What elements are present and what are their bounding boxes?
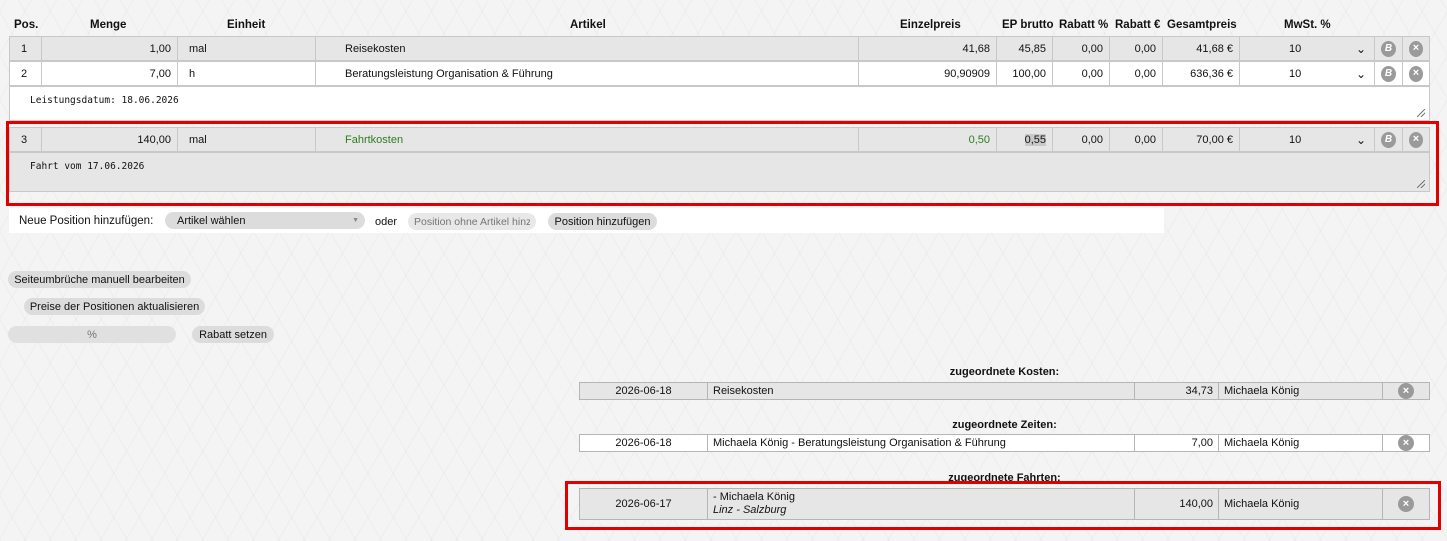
delete-row-button[interactable]: ×	[1403, 62, 1429, 85]
delete-row-button[interactable]: ×	[1403, 37, 1429, 60]
close-icon: ×	[1409, 65, 1423, 82]
vat-value: 10	[1289, 42, 1302, 55]
col-header-einheit: Einheit	[227, 19, 266, 31]
assigned-times-title: zugeordnete Zeiten:	[952, 419, 1057, 431]
col-header-ep-brutto: EP brutto	[1002, 19, 1054, 31]
cost-amount: 34,73	[1135, 383, 1219, 399]
time-description: Michaela König - Beratungsleistung Organ…	[708, 435, 1135, 451]
pos-cell: 1	[10, 37, 42, 60]
col-header-rabatt-eur: Rabatt €	[1115, 19, 1161, 31]
time-amount: 7,00	[1135, 435, 1219, 451]
vat-select[interactable]: 10 ⌄	[1240, 62, 1375, 85]
col-header-gesamtpreis: Gesamtpreis	[1167, 19, 1237, 31]
close-icon: ×	[1398, 383, 1414, 399]
time-person: Michaela König	[1219, 435, 1383, 451]
col-header-pos: Pos.	[14, 19, 39, 31]
article-input[interactable]: Beratungsleistung Organisation & Führung	[316, 62, 859, 85]
quantity-input[interactable]: 1,00	[42, 37, 178, 60]
free-position-input[interactable]	[408, 213, 536, 230]
highlight-frame	[565, 481, 1441, 530]
total-price: 41,68 €	[1163, 37, 1240, 60]
gross-price-input[interactable]: 100,00	[997, 62, 1053, 85]
pos-cell: 2	[10, 62, 42, 85]
gross-price-input[interactable]: 45,85	[997, 37, 1053, 60]
chevron-down-icon: ⌄	[1355, 66, 1366, 81]
resize-handle-icon[interactable]	[1417, 109, 1425, 117]
remove-time-button[interactable]: ×	[1383, 435, 1429, 451]
update-prices-button[interactable]: Preise der Positionen aktualisieren	[24, 298, 205, 315]
unit-price-input[interactable]: 41,68	[859, 37, 997, 60]
dropdown-arrow-icon: ▼	[352, 217, 359, 224]
col-header-artikel: Artikel	[570, 19, 606, 31]
position-row: 2 7,00 h Beratungsleistung Organisation …	[9, 61, 1430, 86]
edit-page-breaks-button[interactable]: Seiteumbrüche manuell bearbeiten	[8, 271, 191, 288]
bold-button[interactable]: B	[1375, 62, 1403, 85]
remove-cost-button[interactable]: ×	[1383, 383, 1429, 399]
col-header-rabatt-pct: Rabatt %	[1059, 19, 1109, 31]
discount-eur-input[interactable]: 0,00	[1110, 62, 1163, 85]
assigned-cost-row: 2026-06-18 Reisekosten 34,73 Michaela Kö…	[579, 382, 1430, 400]
article-select-value: Artikel wählen	[177, 214, 246, 227]
position-note-textarea[interactable]: Leistungsdatum: 18.06.2026	[9, 86, 1430, 121]
col-header-menge: Menge	[90, 19, 127, 31]
bold-icon: B	[1381, 40, 1396, 57]
vat-select[interactable]: 10 ⌄	[1240, 37, 1375, 60]
unit-input[interactable]: mal	[178, 37, 316, 60]
vat-value: 10	[1289, 67, 1302, 80]
cost-description: Reisekosten	[708, 383, 1135, 399]
position-row: 1 1,00 mal Reisekosten 41,68 45,85 0,00 …	[9, 36, 1430, 61]
assigned-time-row: 2026-06-18 Michaela König - Beratungslei…	[579, 434, 1430, 452]
cost-date: 2026-06-18	[580, 383, 708, 399]
discount-pct-input[interactable]: 0,00	[1053, 37, 1110, 60]
add-position-label: Neue Position hinzufügen:	[19, 215, 154, 227]
bold-button[interactable]: B	[1375, 37, 1403, 60]
col-header-mwst: MwSt. %	[1284, 19, 1331, 31]
article-input[interactable]: Reisekosten	[316, 37, 859, 60]
total-price: 636,36 €	[1163, 62, 1240, 85]
cost-person: Michaela König	[1219, 383, 1383, 399]
discount-eur-input[interactable]: 0,00	[1110, 37, 1163, 60]
discount-percent-input[interactable]	[8, 326, 176, 343]
quantity-input[interactable]: 7,00	[42, 62, 178, 85]
assigned-costs-title: zugeordnete Kosten:	[949, 366, 1060, 378]
close-icon: ×	[1398, 435, 1414, 451]
col-header-einzelpreis: Einzelpreis	[900, 19, 961, 31]
set-discount-button[interactable]: Rabatt setzen	[192, 326, 274, 343]
time-date: 2026-06-18	[580, 435, 708, 451]
article-select[interactable]: Artikel wählen ▼	[165, 212, 365, 229]
discount-pct-input[interactable]: 0,00	[1053, 62, 1110, 85]
note-text: Leistungsdatum: 18.06.2026	[30, 95, 179, 106]
unit-input[interactable]: h	[178, 62, 316, 85]
oder-label: oder	[375, 216, 398, 228]
highlight-frame	[6, 121, 1439, 206]
bold-icon: B	[1381, 65, 1396, 82]
chevron-down-icon: ⌄	[1355, 41, 1366, 56]
add-position-button[interactable]: Position hinzufügen	[548, 213, 657, 230]
unit-price-input[interactable]: 90,90909	[859, 62, 997, 85]
close-icon: ×	[1409, 40, 1423, 57]
